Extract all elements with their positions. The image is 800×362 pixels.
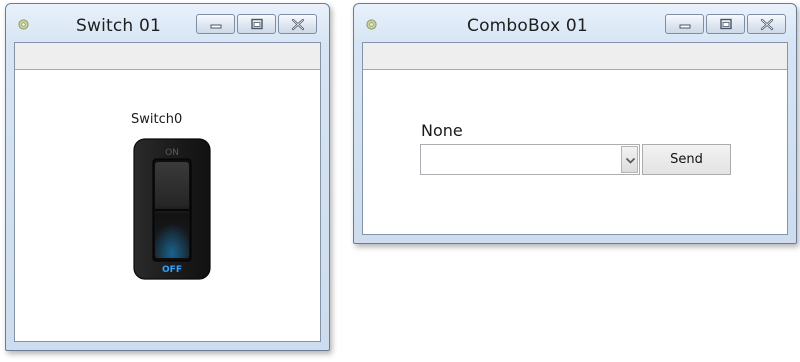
combobox[interactable] (420, 144, 640, 175)
selection-label: None (421, 121, 463, 140)
send-button[interactable]: Send (642, 144, 731, 175)
combobox-dropdown-button[interactable] (621, 146, 638, 173)
minimize-button[interactable] (196, 14, 235, 34)
switch-label: Switch0 (131, 112, 183, 127)
switch-window: Switch 01 Switch0 ON OFF (5, 3, 330, 351)
close-icon (760, 18, 774, 31)
desktop: Switch 01 Switch0 ON OFF ComboBox 01 Non… (0, 0, 800, 362)
toolstrip (363, 43, 787, 70)
minimize-icon (210, 24, 222, 29)
combobox-window-titlebar[interactable]: ComboBox 01 (354, 4, 796, 42)
minimize-icon (679, 24, 691, 29)
minimize-button[interactable] (665, 14, 704, 34)
window-title: ComboBox 01 (467, 16, 588, 36)
combobox-window-client: None Send (362, 42, 788, 235)
switch-window-titlebar[interactable]: Switch 01 (6, 4, 329, 42)
chevron-down-icon (625, 157, 636, 164)
switch-off-label: OFF (162, 265, 182, 275)
close-icon (291, 18, 305, 31)
switch-window-client: Switch0 ON OFF (14, 42, 321, 342)
maximize-button[interactable] (237, 14, 276, 34)
close-button[interactable] (747, 14, 786, 34)
combobox-window: ComboBox 01 None Send (353, 3, 797, 244)
maximize-icon (251, 18, 263, 30)
app-gear-icon (18, 19, 29, 30)
close-button[interactable] (278, 14, 317, 34)
app-gear-icon (366, 19, 377, 30)
window-title: Switch 01 (76, 16, 162, 36)
toolstrip (15, 43, 320, 70)
toggle-switch[interactable]: ON OFF (133, 138, 211, 280)
switch-on-label: ON (165, 148, 179, 158)
maximize-button[interactable] (706, 14, 745, 34)
maximize-icon (720, 18, 732, 30)
